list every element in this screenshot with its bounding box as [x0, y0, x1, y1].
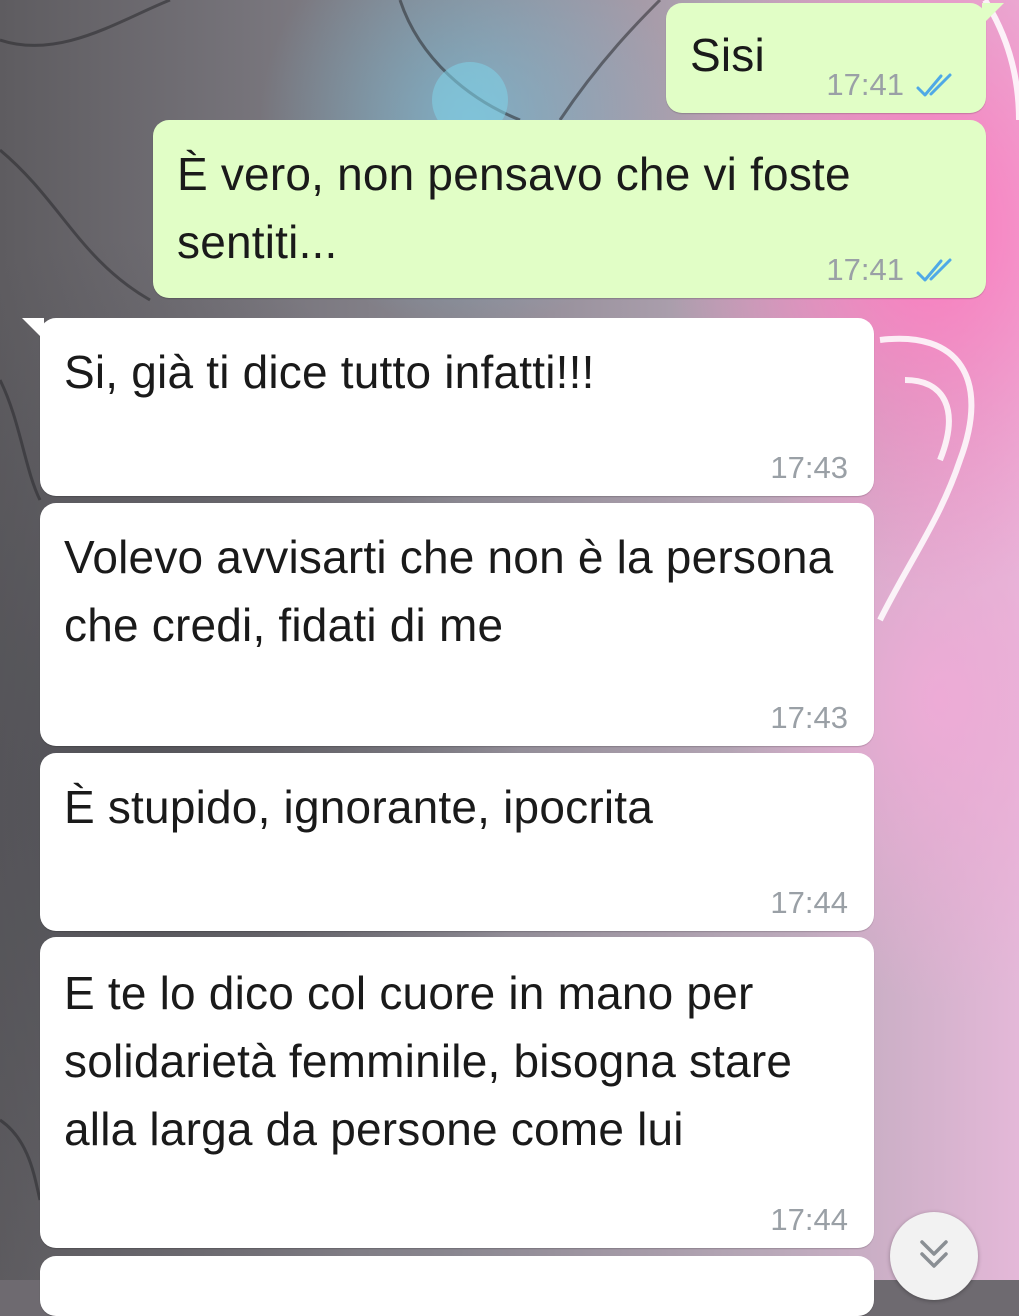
message-meta: 17:41	[826, 252, 960, 288]
message-meta: 17:44	[770, 1202, 848, 1238]
message-text: Sisi	[690, 29, 765, 81]
scroll-to-bottom-button[interactable]	[890, 1212, 978, 1300]
message-time: 17:43	[770, 700, 848, 735]
message-bubble-incoming[interactable]: Si, già ti dice tutto infatti!!! 17:43	[22, 318, 874, 496]
message-meta: 17:41	[826, 67, 960, 103]
message-time: 17:43	[770, 450, 848, 485]
message-text: E te lo dico col cuore in mano per solid…	[64, 967, 793, 1155]
double-check-icon	[916, 73, 952, 97]
message-time: 17:44	[770, 885, 848, 920]
message-meta: 17:43	[770, 700, 848, 736]
message-text: Si, già ti dice tutto infatti!!!	[64, 346, 595, 398]
bubble-tail	[22, 318, 44, 340]
message-meta: 17:44	[770, 885, 848, 921]
message-bubble-incoming[interactable]: Volevo avvisarti che non è la persona ch…	[40, 503, 874, 746]
double-check-icon	[916, 258, 952, 282]
message-bubble-incoming-partial[interactable]	[40, 1256, 874, 1316]
message-text: È vero, non pensavo che vi foste sentiti…	[177, 148, 851, 268]
message-time: 17:41	[826, 252, 904, 287]
message-text: Volevo avvisarti che non è la persona ch…	[64, 531, 834, 651]
message-time: 17:41	[826, 67, 904, 102]
message-bubble-outgoing[interactable]: È vero, non pensavo che vi foste sentiti…	[153, 120, 986, 298]
message-meta: 17:43	[770, 450, 848, 486]
message-bubble-incoming[interactable]: È stupido, ignorante, ipocrita 17:44	[40, 753, 874, 931]
message-bubble-outgoing[interactable]: Sisi 17:41	[666, 3, 1004, 113]
chevron-double-down-icon	[920, 1240, 948, 1268]
message-text: È stupido, ignorante, ipocrita	[64, 781, 654, 833]
message-bubble-incoming[interactable]: E te lo dico col cuore in mano per solid…	[40, 937, 874, 1248]
bubble-tail	[982, 3, 1004, 25]
message-time: 17:44	[770, 1202, 848, 1237]
